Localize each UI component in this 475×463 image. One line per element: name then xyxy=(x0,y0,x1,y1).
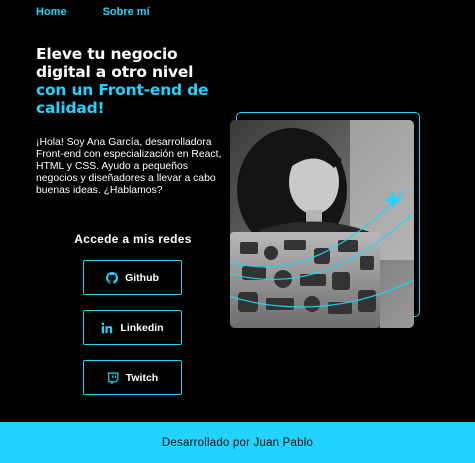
socials-heading: Accede a mis redes xyxy=(74,232,192,246)
top-nav: Home Sobre mí xyxy=(36,6,150,18)
github-icon xyxy=(106,271,119,284)
github-button[interactable]: Github xyxy=(83,260,182,295)
linkedin-icon xyxy=(102,322,113,333)
profile-photo xyxy=(230,120,414,328)
hero-title-highlight: con un Front-end de calidad! xyxy=(36,81,209,117)
profile-photo-illustration xyxy=(230,120,414,328)
linkedin-label: Linkedin xyxy=(120,321,164,334)
hero-intro: ¡Hola! Soy Ana García, desarrolladora Fr… xyxy=(36,137,222,196)
github-label: Github xyxy=(125,271,159,284)
footer-credit: Desarrollado por Juan Pablo xyxy=(161,436,314,449)
nav-about-link[interactable]: Sobre mí xyxy=(103,6,150,18)
twitch-label: Twitch xyxy=(125,371,159,384)
hero-title: Eleve tu negocio digital a otro nivel co… xyxy=(36,45,256,117)
hero-title-line2: digital a otro nivel xyxy=(36,63,194,81)
nav-home-link[interactable]: Home xyxy=(36,6,67,18)
twitch-button[interactable]: Twitch xyxy=(83,360,182,395)
footer: Desarrollado por Juan Pablo xyxy=(0,422,475,463)
linkedin-button[interactable]: Linkedin xyxy=(83,310,182,345)
twitch-icon xyxy=(107,372,119,384)
hero-title-line1: Eleve tu negocio xyxy=(36,45,178,63)
